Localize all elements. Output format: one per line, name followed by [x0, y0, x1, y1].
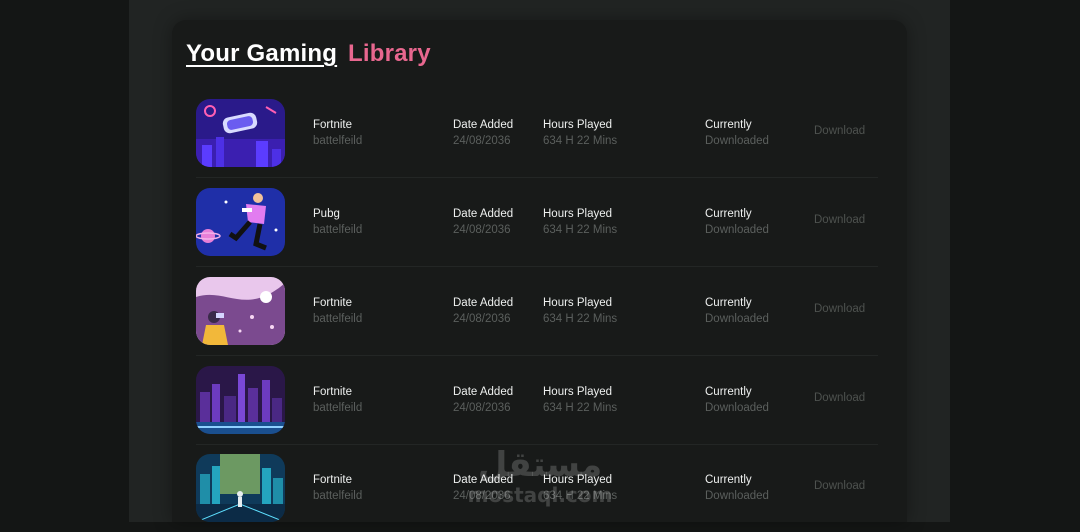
game-name-cell: Pubg battelfeild: [313, 206, 362, 238]
date-added-value: 24/08/2036: [453, 313, 511, 325]
hours-played-cell: Hours Played 634 H 22 Mins: [543, 206, 617, 238]
floating-player-artwork: [196, 188, 285, 256]
status-cell: Currently Downloaded: [705, 384, 769, 416]
hours-played-cell: Hours Played 634 H 22 Mins: [543, 295, 617, 327]
game-name-cell: Fortnite battelfeild: [313, 384, 362, 416]
game-name-cell: Fortnite battelfeild: [313, 295, 362, 327]
hours-played-label: Hours Played: [543, 297, 613, 309]
status-value: Downloaded: [705, 135, 769, 147]
download-button[interactable]: Download: [814, 125, 865, 137]
game-thumbnail[interactable]: [196, 188, 285, 256]
hours-played-value: 634 H 22 Mins: [543, 224, 618, 236]
hours-played-label: Hours Played: [543, 208, 613, 220]
date-added-cell: Date Added 24/08/2036: [453, 384, 513, 416]
date-added-cell: Date Added 24/08/2036: [453, 295, 513, 327]
date-added-label: Date Added: [453, 474, 514, 486]
date-added-value: 24/08/2036: [453, 402, 511, 414]
download-button[interactable]: Download: [814, 214, 865, 226]
date-added-cell: Date Added 24/08/2036: [453, 117, 513, 149]
download-button[interactable]: Download: [814, 392, 865, 404]
title-accent: Library: [347, 40, 431, 67]
game-subtitle: battelfeild: [313, 224, 363, 236]
game-row[interactable]: Fortnite battelfeild Date Added 24/08/20…: [196, 267, 878, 356]
game-thumbnail[interactable]: [196, 366, 285, 434]
hours-played-value: 634 H 22 Mins: [543, 313, 618, 325]
status-label: Currently: [705, 208, 752, 220]
status-value: Downloaded: [705, 224, 769, 236]
date-added-cell: Date Added 24/08/2036: [453, 206, 513, 238]
game-row[interactable]: Fortnite battelfeild Date Added 24/08/20…: [196, 444, 878, 532]
game-name: Fortnite: [313, 386, 352, 398]
game-thumbnail[interactable]: [196, 454, 285, 522]
game-name: Pubg: [313, 208, 340, 220]
game-name-cell: Fortnite battelfeild: [313, 472, 362, 504]
game-name: Fortnite: [313, 297, 352, 309]
game-name: Fortnite: [313, 474, 352, 486]
status-cell: Currently Downloaded: [705, 295, 769, 327]
game-row[interactable]: Fortnite battelfeild Date Added 24/08/20…: [196, 89, 878, 178]
game-thumbnail[interactable]: [196, 99, 285, 167]
status-value: Downloaded: [705, 402, 769, 414]
status-value: Downloaded: [705, 313, 769, 325]
game-name: Fortnite: [313, 119, 352, 131]
left-margin: [0, 0, 129, 522]
game-subtitle: battelfeild: [313, 135, 363, 147]
status-cell: Currently Downloaded: [705, 206, 769, 238]
right-margin: [950, 0, 1080, 522]
date-added-label: Date Added: [453, 208, 514, 220]
cyber-runner-artwork: [196, 454, 285, 522]
date-added-cell: Date Added 24/08/2036: [453, 472, 513, 504]
hours-played-label: Hours Played: [543, 474, 613, 486]
hours-played-cell: Hours Played 634 H 22 Mins: [543, 472, 617, 504]
date-added-value: 24/08/2036: [453, 135, 511, 147]
game-subtitle: battelfeild: [313, 490, 363, 502]
status-label: Currently: [705, 119, 752, 131]
vr-headset-artwork: [196, 99, 285, 167]
status-label: Currently: [705, 474, 752, 486]
date-added-value: 24/08/2036: [453, 224, 511, 236]
game-thumbnail[interactable]: [196, 277, 285, 345]
game-row[interactable]: Fortnite battelfeild Date Added 24/08/20…: [196, 356, 878, 445]
date-added-label: Date Added: [453, 297, 514, 309]
game-name-cell: Fortnite battelfeild: [313, 117, 362, 149]
status-value: Downloaded: [705, 490, 769, 502]
neon-city-artwork: [196, 366, 285, 434]
status-cell: Currently Downloaded: [705, 472, 769, 504]
hours-played-label: Hours Played: [543, 119, 613, 131]
download-button[interactable]: Download: [814, 480, 865, 492]
date-added-label: Date Added: [453, 386, 514, 398]
hours-played-value: 634 H 22 Mins: [543, 490, 618, 502]
game-subtitle: battelfeild: [313, 402, 363, 414]
game-subtitle: battelfeild: [313, 313, 363, 325]
hours-played-cell: Hours Played 634 H 22 Mins: [543, 384, 617, 416]
status-cell: Currently Downloaded: [705, 117, 769, 149]
hours-played-cell: Hours Played 634 H 22 Mins: [543, 117, 617, 149]
title-white: Your Gaming: [186, 40, 338, 67]
page-title: Your Gaming Library: [186, 40, 431, 68]
hours-played-value: 634 H 22 Mins: [543, 135, 618, 147]
date-added-value: 24/08/2036: [453, 490, 511, 502]
status-label: Currently: [705, 386, 752, 398]
status-label: Currently: [705, 297, 752, 309]
dreaming-girl-artwork: [196, 277, 285, 345]
game-row[interactable]: Pubg battelfeild Date Added 24/08/2036 H…: [196, 178, 878, 267]
hours-played-label: Hours Played: [543, 386, 613, 398]
download-button[interactable]: Download: [814, 303, 865, 315]
date-added-label: Date Added: [453, 119, 514, 131]
hours-played-value: 634 H 22 Mins: [543, 402, 618, 414]
